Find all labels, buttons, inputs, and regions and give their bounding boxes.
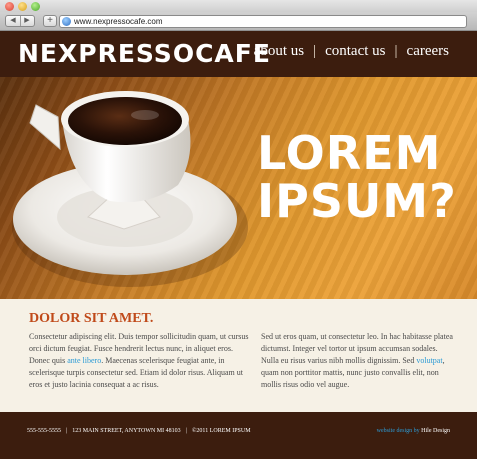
site-logo[interactable]: NEXPRESSOCAFE <box>18 39 271 68</box>
credit-link[interactable]: Hile Design <box>421 428 450 434</box>
content-section: DOLOR SIT AMET. Consectetur adipiscing e… <box>0 299 477 412</box>
nav-separator: | <box>394 43 398 59</box>
hero-line-1: LOREM <box>257 126 442 180</box>
history-nav: ◀ ▶ <box>5 15 35 27</box>
close-window-icon[interactable] <box>5 2 14 11</box>
footer-credit: website design by Hile Design <box>377 428 450 434</box>
inline-link[interactable]: volutpat <box>416 356 442 365</box>
zoom-window-icon[interactable] <box>31 2 40 11</box>
main-nav: about us | contact us | careers <box>254 43 449 60</box>
nav-separator: | <box>313 43 317 59</box>
web-page: NEXPRESSOCAFE about us | contact us | career… <box>0 31 477 459</box>
footer-address: 123 MAIN STREET, ANYTOWN MI 48103 <box>72 428 181 434</box>
address-bar[interactable]: www.nexpressocafe.com <box>59 15 467 28</box>
credit-label: website design by <box>376 428 420 434</box>
left-text-column: Consectetur adipiscing elit. Duis tempor… <box>29 331 249 391</box>
back-button[interactable]: ◀ <box>6 16 21 26</box>
site-header: NEXPRESSOCAFE about us | contact us | career… <box>0 31 477 77</box>
footer-contact: 555-555-5555 | 123 MAIN STREET, ANYTOWN MI… <box>27 428 251 434</box>
footer-separator: | <box>66 428 68 434</box>
hero-banner: LOREM IPSUM? <box>0 77 477 299</box>
browser-toolbar: ◀ ▶ + www.nexpressocafe.com <box>0 12 477 31</box>
globe-icon <box>62 17 71 26</box>
right-text-column: Sed ut eros quam, ut consectetur leo. In… <box>261 331 457 391</box>
hero-headline: LOREM IPSUM? <box>257 129 457 225</box>
browser-window: ◀ ▶ + www.nexpressocafe.com NEXPRESSOCAF… <box>0 0 477 459</box>
hero-line-2: IPSUM? <box>257 174 457 228</box>
footer-phone: 555-555-5555 <box>27 428 61 434</box>
title-bar <box>0 0 477 12</box>
nav-link-contact[interactable]: contact us <box>325 43 385 59</box>
section-title: DOLOR SIT AMET. <box>29 311 154 326</box>
footer-separator: | <box>185 428 187 434</box>
inline-link[interactable]: ante libero <box>67 356 101 365</box>
footer-copyright: ©2011 LOREM IPSUM <box>191 428 251 434</box>
site-footer: 555-555-5555 | 123 MAIN STREET, ANYTOWN MI… <box>0 412 477 459</box>
forward-button[interactable]: ▶ <box>20 16 34 26</box>
nav-link-careers[interactable]: careers <box>407 43 449 59</box>
nav-link-about[interactable]: about us <box>254 43 304 59</box>
url-text: www.nexpressocafe.com <box>74 17 163 26</box>
new-tab-button[interactable]: + <box>43 15 57 27</box>
minimize-window-icon[interactable] <box>18 2 27 11</box>
